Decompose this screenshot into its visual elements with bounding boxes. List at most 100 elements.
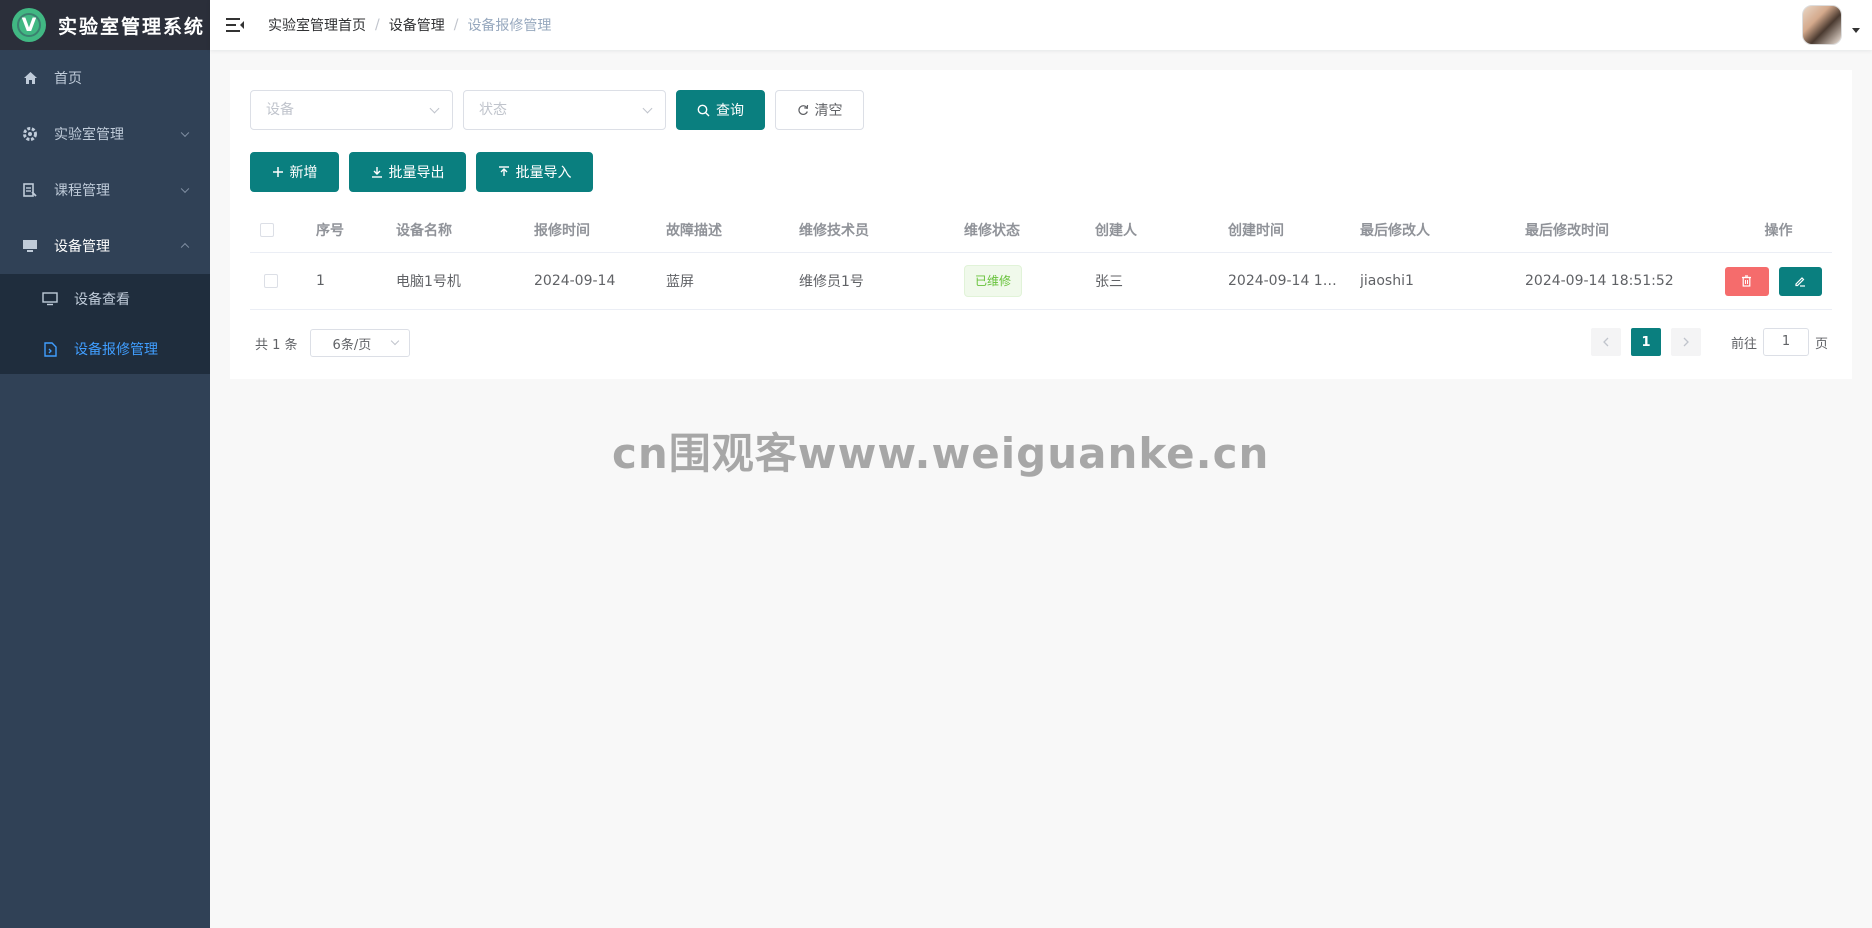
cell-creator: 张三 xyxy=(1095,274,1123,290)
sidebar-item-course-management[interactable]: 课程管理 xyxy=(0,162,210,218)
row-select-cell xyxy=(250,274,316,288)
repair-table: 序号 设备名称 报修时间 故障描述 维修技术员 维修状态 创建人 创建时间 最后… xyxy=(250,208,1832,310)
delete-button[interactable] xyxy=(1725,266,1769,296)
goto-page: 前往 1 页 xyxy=(1731,328,1828,356)
search-button-label: 查询 xyxy=(716,103,744,119)
column-header: 报修时间 xyxy=(534,223,590,239)
breadcrumb-current: 设备报修管理 xyxy=(467,18,552,34)
page-number-current[interactable]: 1 xyxy=(1630,328,1661,356)
upload-icon xyxy=(498,166,510,178)
column-header: 最后修改时间 xyxy=(1525,223,1609,239)
goto-suffix: 页 xyxy=(1814,336,1828,352)
breadcrumb-separator: / xyxy=(375,17,380,33)
batch-export-label: 批量导出 xyxy=(388,165,445,181)
user-menu[interactable] xyxy=(1802,5,1860,45)
breadcrumb: 实验室管理首页 / 设备管理 / 设备报修管理 xyxy=(268,15,551,35)
column-header: 故障描述 xyxy=(666,223,722,239)
column-header: 维修技术员 xyxy=(799,223,869,239)
avatar[interactable] xyxy=(1802,5,1842,45)
chevron-left-icon xyxy=(1603,337,1609,347)
column-header: 创建人 xyxy=(1095,223,1137,239)
column-header: 操作 xyxy=(1764,223,1793,239)
device-input[interactable] xyxy=(251,91,452,129)
monitor-outline-icon xyxy=(42,291,58,307)
document-icon xyxy=(22,182,38,198)
column-header: 维修状态 xyxy=(964,223,1020,239)
chevron-right-icon xyxy=(1683,337,1689,347)
cell-technician: 维修员1号 xyxy=(799,274,864,290)
watermark: cn围观客www.weiguanke.cn xyxy=(612,429,1270,478)
add-button-label: 新增 xyxy=(289,165,318,181)
breadcrumb-home[interactable]: 实验室管理首页 xyxy=(268,15,366,35)
navbar: 实验室管理首页 / 设备管理 / 设备报修管理 xyxy=(210,0,1872,50)
sidebar-subitem-device-view[interactable]: 设备查看 xyxy=(0,274,210,324)
cell-index: 1 xyxy=(316,273,325,289)
gear-icon xyxy=(22,126,38,142)
main-card: 查询 清空 新增 批量导出 批量导入 xyxy=(230,70,1852,379)
pagination: 1 前往 1 页 xyxy=(1586,328,1828,356)
cell-modified-at: 2024-09-14 18:51:52 xyxy=(1525,273,1674,289)
file-icon xyxy=(42,341,58,357)
device-submenu: 设备查看 设备报修管理 xyxy=(0,274,210,374)
chevron-down-icon xyxy=(390,336,399,346)
home-icon xyxy=(22,70,38,86)
prev-page-button[interactable] xyxy=(1590,328,1621,356)
search-icon xyxy=(697,104,710,117)
edit-button[interactable] xyxy=(1778,266,1822,296)
trash-icon xyxy=(1742,275,1752,287)
logo[interactable]: V 实验室管理系统 xyxy=(0,0,210,50)
cell-created-at: 2024-09-14 18:51:52 xyxy=(1228,273,1340,289)
cell-report-time: 2024-09-14 xyxy=(534,273,616,289)
hamburger-icon[interactable] xyxy=(226,16,244,34)
monitor-icon xyxy=(22,238,38,254)
chevron-down-icon xyxy=(180,184,190,194)
total-count: 共 1 条 xyxy=(255,337,298,353)
sidebar: V 实验室管理系统 首页 实验室管理 课程管理 设备管理 设备查看 设备报修管理 xyxy=(0,0,210,928)
row-checkbox[interactable] xyxy=(264,274,278,288)
breadcrumb-device-management[interactable]: 设备管理 xyxy=(389,15,445,35)
plus-icon xyxy=(272,166,284,178)
page-size-select[interactable]: 6条/页 xyxy=(309,329,410,357)
select-all-checkbox[interactable] xyxy=(260,223,274,237)
clear-button[interactable]: 清空 xyxy=(775,90,864,130)
goto-prefix: 前往 xyxy=(1730,336,1757,352)
chevron-down-icon xyxy=(180,128,190,138)
sidebar-subitem-label: 设备报修管理 xyxy=(74,342,158,358)
cell-modifier: jiaoshi1 xyxy=(1360,273,1414,289)
cell-operations xyxy=(1725,266,1832,296)
app-title: 实验室管理系统 xyxy=(58,15,206,38)
page-size-value: 6条/页 xyxy=(332,337,372,353)
sidebar-item-home[interactable]: 首页 xyxy=(0,50,210,106)
search-button[interactable]: 查询 xyxy=(676,90,765,130)
caret-down-icon[interactable] xyxy=(1852,27,1860,33)
status-select[interactable] xyxy=(463,90,666,130)
sidebar-subitem-label: 设备查看 xyxy=(74,292,130,308)
sidebar-item-label: 课程管理 xyxy=(54,183,110,199)
chevron-up-icon xyxy=(180,242,190,252)
refresh-icon xyxy=(797,104,809,116)
search-form: 查询 清空 xyxy=(250,90,864,130)
sidebar-item-label: 设备管理 xyxy=(54,239,110,255)
vue-logo-icon: V xyxy=(12,8,46,42)
sidebar-subitem-repair-management[interactable]: 设备报修管理 xyxy=(0,324,210,374)
pagination-info: 共 1 条 6条/页 xyxy=(255,329,410,357)
batch-import-button[interactable]: 批量导入 xyxy=(476,152,593,192)
sidebar-item-lab-management[interactable]: 实验室管理 xyxy=(0,106,210,162)
status-input[interactable] xyxy=(464,91,665,129)
edit-icon xyxy=(1795,277,1806,287)
clear-button-label: 清空 xyxy=(814,103,843,119)
device-select[interactable] xyxy=(250,90,453,130)
batch-import-label: 批量导入 xyxy=(515,165,572,181)
cell-device: 电脑1号机 xyxy=(396,274,461,290)
batch-export-button[interactable]: 批量导出 xyxy=(349,152,466,192)
column-header: 最后修改人 xyxy=(1360,223,1430,239)
cell-status: 已维修 xyxy=(964,265,1095,297)
download-icon xyxy=(371,166,383,178)
next-page-button[interactable] xyxy=(1670,328,1701,356)
goto-page-input[interactable]: 1 xyxy=(1762,328,1809,356)
select-all-cell xyxy=(250,223,316,237)
sidebar-item-device-management[interactable]: 设备管理 xyxy=(0,218,210,274)
sidebar-item-label: 实验室管理 xyxy=(54,127,124,143)
add-button[interactable]: 新增 xyxy=(250,152,339,192)
breadcrumb-separator: / xyxy=(453,17,459,33)
